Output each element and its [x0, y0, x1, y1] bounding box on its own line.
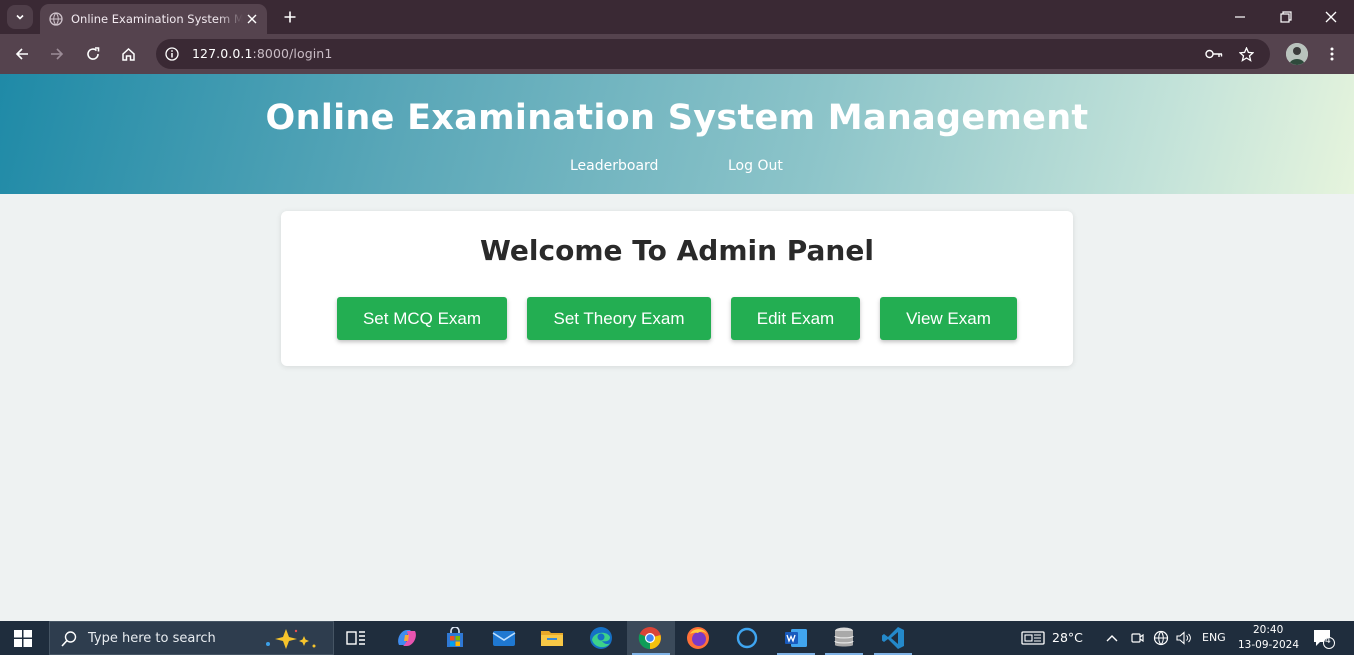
- browser-tab[interactable]: Online Examination System Management: [40, 4, 267, 34]
- edit-exam-button[interactable]: Edit Exam: [731, 297, 860, 340]
- cortana-icon[interactable]: [735, 626, 759, 650]
- windows-start-icon[interactable]: [14, 630, 32, 647]
- address-bar[interactable]: 127.0.0.1:8000/login1: [156, 39, 1270, 69]
- windows-taskbar: Type here to search 28°C ENG 20:40 13-09…: [0, 621, 1354, 655]
- site-info-icon[interactable]: [164, 46, 180, 62]
- menu-icon[interactable]: [1322, 42, 1342, 66]
- edge-icon[interactable]: [589, 626, 613, 650]
- search-highlight-sparkle-icon: [262, 627, 326, 651]
- weather-icon[interactable]: [1021, 629, 1045, 647]
- restore-icon[interactable]: [1273, 5, 1299, 29]
- language-indicator[interactable]: ENG: [1202, 631, 1226, 644]
- tab-title: Online Examination System Management: [71, 12, 243, 26]
- store-icon[interactable]: [443, 626, 467, 650]
- browser-tab-strip: Online Examination System Management: [0, 0, 1354, 34]
- copilot-icon[interactable]: [395, 626, 419, 650]
- home-icon[interactable]: [116, 42, 140, 66]
- vscode-icon[interactable]: [881, 626, 905, 650]
- bookmark-star-icon[interactable]: [1237, 46, 1255, 62]
- notification-count: 4: [1325, 636, 1331, 646]
- chrome-icon[interactable]: [638, 626, 662, 650]
- set-theory-exam-button[interactable]: Set Theory Exam: [527, 297, 711, 340]
- nav-link-logout[interactable]: Log Out: [728, 158, 783, 174]
- network-globe-icon[interactable]: [1152, 629, 1170, 647]
- admin-panel-card: Welcome To Admin Panel Set MCQ Exam Set …: [281, 211, 1073, 366]
- nav-link-leaderboard[interactable]: Leaderboard: [570, 158, 658, 174]
- clock-time[interactable]: 20:40: [1253, 624, 1283, 636]
- browser-toolbar: 127.0.0.1:8000/login1: [0, 34, 1354, 74]
- set-mcq-exam-button[interactable]: Set MCQ Exam: [337, 297, 507, 340]
- chevron-up-icon[interactable]: [1103, 629, 1121, 647]
- site-header: Online Examination System Management Lea…: [0, 74, 1354, 194]
- word-icon[interactable]: [784, 626, 808, 650]
- url-path: :8000/login1: [252, 46, 333, 61]
- notification-icon[interactable]: 4: [1312, 628, 1336, 650]
- password-key-icon[interactable]: [1205, 46, 1223, 62]
- url-host: 127.0.0.1: [192, 46, 253, 61]
- forward-icon[interactable]: [45, 42, 69, 66]
- globe-icon: [48, 11, 64, 27]
- close-icon[interactable]: [244, 11, 260, 27]
- tab-list-icon[interactable]: [7, 5, 33, 29]
- meet-now-icon[interactable]: [1128, 629, 1146, 647]
- task-view-icon[interactable]: [344, 626, 368, 650]
- file-explorer-icon[interactable]: [540, 626, 564, 650]
- database-icon[interactable]: [832, 626, 856, 650]
- view-exam-button[interactable]: View Exam: [880, 297, 1017, 340]
- search-icon: [60, 630, 78, 648]
- back-icon[interactable]: [10, 42, 34, 66]
- taskbar-search-box[interactable]: Type here to search: [49, 621, 334, 655]
- profile-avatar[interactable]: [1286, 43, 1308, 65]
- firefox-icon[interactable]: [686, 626, 710, 650]
- panel-title: Welcome To Admin Panel: [480, 234, 874, 267]
- mail-icon[interactable]: [492, 626, 516, 650]
- site-title: Online Examination System Management: [265, 98, 1089, 138]
- volume-icon[interactable]: [1175, 629, 1193, 647]
- plus-icon[interactable]: [280, 7, 300, 27]
- reload-icon[interactable]: [81, 42, 105, 66]
- weather-temperature[interactable]: 28°C: [1052, 630, 1083, 645]
- close-window-icon[interactable]: [1318, 5, 1344, 29]
- url-text: 127.0.0.1:8000/login1: [192, 46, 332, 61]
- minimize-icon[interactable]: [1227, 5, 1253, 29]
- search-placeholder: Type here to search: [88, 631, 216, 646]
- clock-date[interactable]: 13-09-2024: [1238, 639, 1299, 651]
